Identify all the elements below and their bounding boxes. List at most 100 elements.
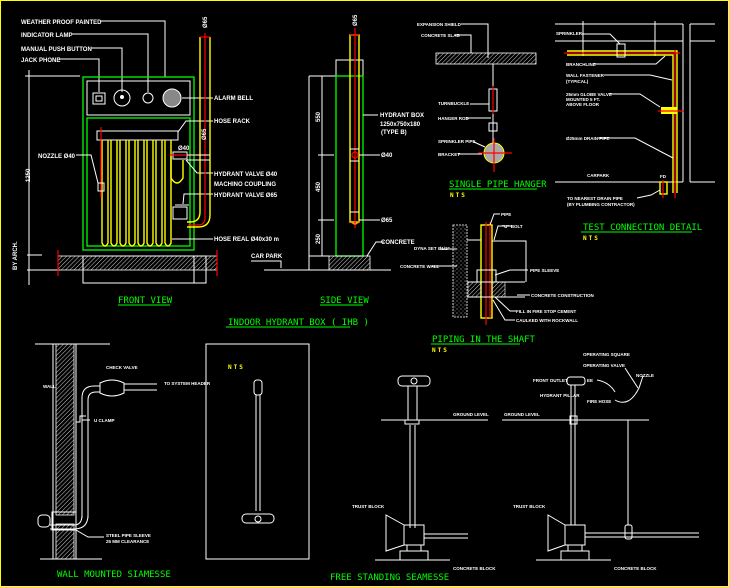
label-hose-reel: HOSE REAL Ø40x30 m xyxy=(214,237,279,243)
sph-label-sprinkler-pipe: SPRINKLER PIPE xyxy=(438,139,476,144)
ps-label-construction: CONCRETE CONSTRUCTION xyxy=(531,293,594,298)
wms-label-wall: WALL xyxy=(43,384,56,389)
ps-label-sleeve: PIPE SLEEVE xyxy=(530,268,559,273)
sph-slab xyxy=(435,52,537,65)
tc-label-globe-3: ABOVE FLOOR xyxy=(566,102,600,107)
dim-by-arch: BY ARCH. xyxy=(13,241,19,270)
wms-label-sleeve-1: STEEL PIPE SLEEVE xyxy=(106,533,151,538)
fs-label-thrust: TRUST BLOCK xyxy=(352,504,385,509)
ph-label-ground: GROUND LEVEL xyxy=(504,412,540,417)
sph-label-hanger-rod: HANGER ROD xyxy=(438,116,470,121)
ph-label-fire-hose: FIRE HOSE xyxy=(587,399,611,404)
label-manual-push: MANUAL PUSH BUTTON xyxy=(21,47,92,53)
label-hose-rack: HOSE RACK xyxy=(214,119,251,125)
wall-mounted-siamesse: WALL CHECK VALVE TO SYSTEM HEADER U CLAM… xyxy=(35,343,211,580)
ps-label-firestop: FILL IN FIRE STOP CEMENT xyxy=(516,309,577,314)
side-label-d65: Ø65 xyxy=(381,218,393,224)
ph-thrust-block xyxy=(564,524,586,546)
ph-label-front-outlet: FRONT OUTLET xyxy=(533,378,568,383)
sph-label-slab: CONCRETE SLAB xyxy=(421,33,461,38)
ph-label-op-valve: OPERATING VALVE xyxy=(583,363,625,368)
label-jack-phone: JACK PHONE xyxy=(21,58,60,64)
fs-title: FREE STANDING SEAMESSE xyxy=(330,573,449,583)
label-alarm-bell: ALARM BELL xyxy=(214,96,253,102)
tc-nts: NTS xyxy=(583,235,600,242)
label-indicator-lamp: INDICATOR LAMP xyxy=(21,33,72,39)
wms-title: WALL MOUNTED SIAMESSE xyxy=(57,570,171,580)
side-view: 550 450 250 Ø65 Ø40 Ø65 HYDRANT BOX 1250… xyxy=(251,14,424,306)
ps-nts: NTS xyxy=(432,347,449,354)
sph-label-expansion: EXPANSION SHIELD xyxy=(417,22,462,27)
ph-front-outlet-icon xyxy=(566,376,586,386)
dim-1250: 1250 xyxy=(26,168,32,182)
single-pipe-hanger: EXPANSION SHIELD CONCRETE SLAB TURNBUCKL… xyxy=(417,22,547,199)
fs-thrust-block xyxy=(403,524,425,546)
side-label-box: HYDRANT BOX xyxy=(380,113,424,119)
tc-label-carpark: CARPARK xyxy=(587,173,610,178)
tc-label-wall-fastener: WALL FASTENER xyxy=(566,73,605,78)
concrete-wall xyxy=(452,224,468,318)
side-label-box-size: 1250x750x180 xyxy=(380,122,421,128)
ph-label-nozzle: NOZZLE xyxy=(636,373,654,378)
fs-label-concrete: CONCRETE BLOCK xyxy=(453,566,496,571)
hose-reel-coils xyxy=(101,140,184,247)
wms-label-sleeve-2: 25 MM CLEARANCE xyxy=(106,539,149,544)
wms-label-header: TO SYSTEM HEADER xyxy=(164,381,211,386)
side-label-d65-top: Ø65 xyxy=(353,14,359,26)
wms-label-uclamp: U CLAMP xyxy=(94,418,115,423)
label-weather-proof: WEATHER PROOF PAINTED xyxy=(21,20,102,26)
sph-nts: NTS xyxy=(450,192,467,199)
indicator-lamp-icon xyxy=(142,92,154,104)
label-d65-top: Ø65 xyxy=(203,16,209,28)
label-d65-side: Ø65 xyxy=(202,128,208,140)
jack-phone-icon xyxy=(92,92,106,105)
fire-hose-icon xyxy=(596,379,616,393)
ps-label-pipe: PIPE xyxy=(501,212,511,217)
nozzle-icon-hose xyxy=(614,375,644,403)
side-concrete-base xyxy=(328,255,371,271)
wms-label-check: CHECK VALVE xyxy=(106,365,138,370)
front-view: WEATHER PROOF PAINTED INDICATOR LAMP MAN… xyxy=(13,16,279,306)
label-nozzle: NOZZLE Ø40 xyxy=(38,154,76,160)
ph-label-op-square: OPERATING SQUARE xyxy=(583,352,630,357)
check-valve-icon xyxy=(99,379,125,397)
label-hydrant-valve-40: HYDRANT VALVE Ø40 xyxy=(214,172,278,178)
cad-drawing: WEATHER PROOF PAINTED INDICATOR LAMP MAN… xyxy=(13,14,715,583)
ph-label-concrete: CONCRETE BLOCK xyxy=(614,566,657,571)
ph-label-hydrant-pillar: HYDRANT PILLAR xyxy=(540,393,580,398)
base-slab xyxy=(57,255,218,271)
tc-label-to-drain-2: (BY PLUMBING CONTRACTOR) xyxy=(567,202,635,207)
ph-label-ee: EE xyxy=(587,378,593,383)
dim-250: 250 xyxy=(316,233,322,244)
hose-rack xyxy=(96,130,179,141)
sph-label-bracket: BRACKET xyxy=(438,152,460,157)
alarm-bell-icon xyxy=(162,88,182,108)
siamese-inlet-icon xyxy=(37,514,51,528)
tc-label-branchline: BRANCHLINE xyxy=(566,62,596,67)
elevation-nts: NTS xyxy=(228,364,245,371)
hydrant-valve-65-icon xyxy=(172,206,188,220)
ph-label-thrust: TRUST BLOCK xyxy=(513,504,546,509)
label-hydrant-valve-65: HYDRANT VALVE Ø65 xyxy=(214,193,278,199)
tc-label-typical: (TYPICAL) xyxy=(566,79,589,84)
dim-450: 450 xyxy=(316,181,322,192)
label-machino: MACHINO COUPLING xyxy=(214,182,276,188)
label-d40: Ø40 xyxy=(178,146,190,152)
tc-label-fd: FD xyxy=(660,174,667,179)
fs-label-ground: GROUND LEVEL xyxy=(453,412,489,417)
siamese-elevation: NTS xyxy=(205,343,310,560)
free-standing-seamesse: GROUND LEVEL TRUST BLOCK CONCRETE BLOCK … xyxy=(330,375,496,583)
tc-label-to-drain-1: TO NEAREST DRAIN PIPE xyxy=(567,196,623,201)
pillar-hydrant: OPERATING SQUARE OPERATING VALVE NOZZLE … xyxy=(502,352,699,571)
side-label-d40: Ø40 xyxy=(381,153,393,159)
wall-section xyxy=(55,343,75,516)
side-label-box-type: (TYPE B) xyxy=(381,130,407,136)
dim-550: 550 xyxy=(316,111,322,122)
ps-label-ubolt: "U" BOLT xyxy=(502,224,523,229)
ps-label-caulked: CAULKED WITH ROCKWALL xyxy=(516,318,578,323)
siamese-elevation-frame xyxy=(205,343,310,560)
tc-label-sprinkler: SPRINKLER xyxy=(556,31,583,36)
side-label-concrete: CONCRETE xyxy=(381,240,415,246)
sph-label-turnbuckle: TURNBUCKLE xyxy=(438,101,469,106)
test-connection-detail: SPRINKLER BRANCHLINE WALL FASTENER (TYPI… xyxy=(555,21,715,242)
